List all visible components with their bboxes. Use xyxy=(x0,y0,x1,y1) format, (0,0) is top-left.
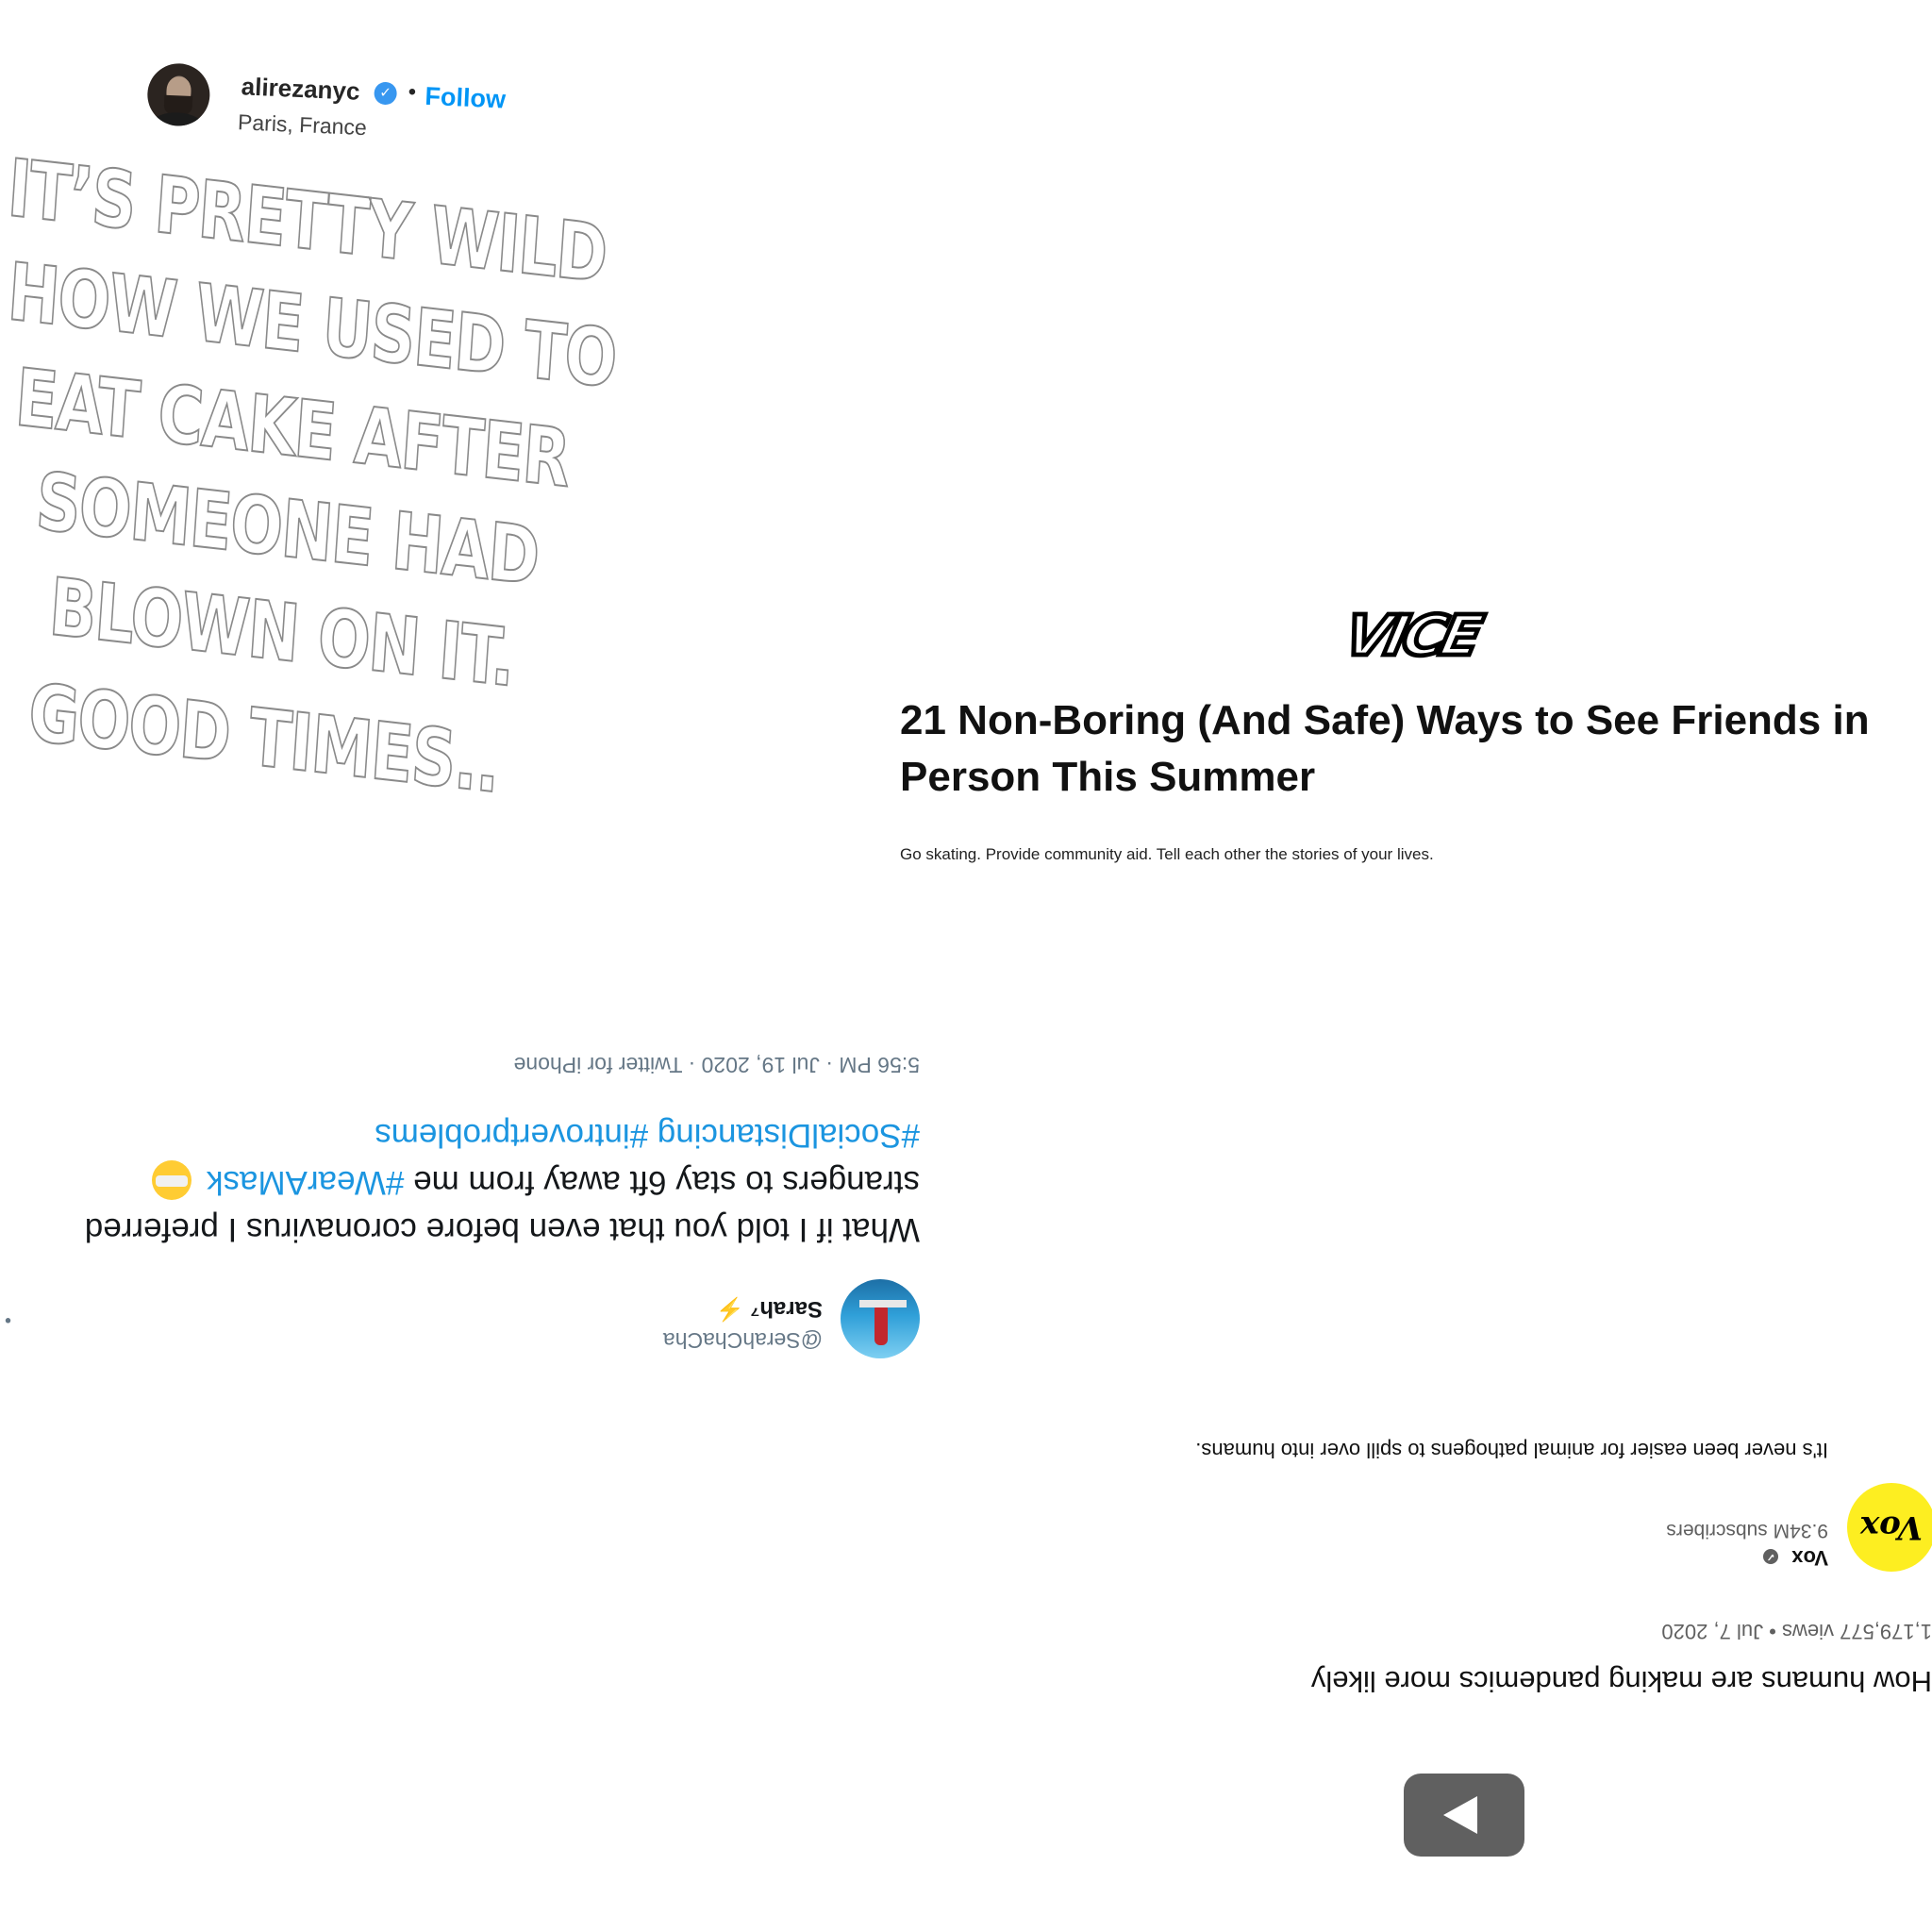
channel-logo-text: Vox xyxy=(1859,1508,1924,1546)
tweet-display-name[interactable]: Sarah⁷ ⚡ xyxy=(716,1295,823,1323)
tweet-timestamp[interactable]: 5:56 PM · Jul 19, 2020 · Twitter for iPh… xyxy=(514,1052,920,1077)
verified-badge-icon: ✓ xyxy=(374,81,398,106)
video-title[interactable]: How humans are making pandemics more lik… xyxy=(1291,1664,1932,1698)
subscriber-count: 9.34M subscribers xyxy=(1666,1520,1828,1541)
tweet-body: What if I told you that even before coro… xyxy=(0,1111,920,1253)
instagram-username[interactable]: alirezanyc xyxy=(241,72,360,106)
tweet-handle[interactable]: @SerahChaCha xyxy=(663,1327,823,1353)
tweet-card: Sarah⁷ ⚡ @SerahChaCha • What if I told y… xyxy=(0,1038,924,1358)
more-options-icon[interactable]: • xyxy=(5,1308,11,1330)
video-views-date: 1,179,577 views • Jul 7, 2020 xyxy=(1661,1620,1932,1643)
channel-name-text: Vox xyxy=(1791,1546,1828,1570)
instagram-post-image-text: IT’S PRETTY WILD HOW WE USED TO EAT CAKE… xyxy=(0,141,660,811)
article-headline[interactable]: 21 Non-Boring (And Safe) Ways to See Fri… xyxy=(900,692,1932,806)
separator-dot: • xyxy=(408,79,417,106)
page-canvas: alirezanyc ✓ • Follow Paris, France IT’S… xyxy=(0,0,1932,1932)
video-description: It's never been easier for animal pathog… xyxy=(1195,1439,1828,1462)
avatar[interactable] xyxy=(145,61,211,127)
article-dek: Go skating. Provide community aid. Tell … xyxy=(900,845,1434,863)
vice-logo-text: VICE xyxy=(1337,600,1487,670)
play-button-icon[interactable] xyxy=(1404,1774,1524,1857)
hashtag-links[interactable]: #SocialDistancing #introvertproblems xyxy=(375,1117,920,1154)
lightning-bolt-icon: ⚡ xyxy=(715,1296,744,1322)
avatar[interactable] xyxy=(841,1279,920,1358)
avatar-board xyxy=(859,1300,907,1307)
follow-button[interactable]: Follow xyxy=(425,82,507,115)
channel-avatar[interactable]: Vox xyxy=(1847,1483,1932,1572)
display-name-text: Sarah⁷ xyxy=(750,1296,823,1322)
verified-check-icon: ✓ xyxy=(1763,1548,1779,1564)
avatar-figure xyxy=(874,1304,888,1345)
hashtag-link[interactable]: #WearAMask xyxy=(207,1164,404,1201)
vice-logo[interactable]: VICE xyxy=(1337,600,1487,670)
instagram-location[interactable]: Paris, France xyxy=(238,109,368,141)
youtube-video-card: How humans are making pandemics more lik… xyxy=(1195,1387,1932,1896)
avatar-shoulders xyxy=(149,111,206,127)
channel-name[interactable]: Vox ✓ xyxy=(1763,1545,1828,1570)
masked-face-emoji-icon xyxy=(152,1160,192,1201)
